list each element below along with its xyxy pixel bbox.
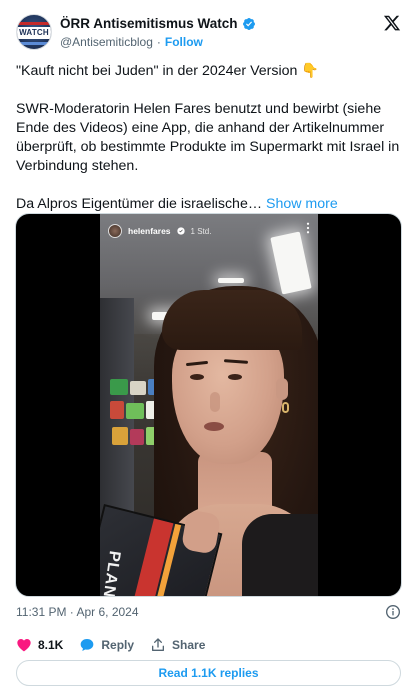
eye <box>190 374 204 380</box>
tweet-text: "Kauft nicht bei Juden" in der 2024er Ve… <box>16 62 403 214</box>
shelf-product <box>112 427 128 445</box>
share-button[interactable]: Share <box>150 637 205 653</box>
action-bar: 8.1K Reply Share <box>16 636 205 654</box>
avatar-text: WATCH <box>19 28 49 37</box>
read-replies-button[interactable]: Read 1.1K replies <box>16 660 401 686</box>
follow-button[interactable]: Follow <box>165 35 203 49</box>
separator-dot: · <box>156 35 161 49</box>
avatar-stripe-red <box>17 22 51 25</box>
handle-row: @Antisemiticblog · Follow <box>60 35 203 49</box>
tweet-timestamp[interactable]: 11:31 PM · Apr 6, 2024 <box>16 605 139 619</box>
ceiling-light <box>218 278 244 283</box>
hair-fringe <box>162 290 302 350</box>
story-username: helenfares <box>128 226 171 236</box>
verified-badge-icon <box>242 17 255 30</box>
story-avatar <box>108 224 122 238</box>
mouth <box>204 422 224 431</box>
clothing <box>242 514 318 596</box>
shelf-product <box>110 401 124 419</box>
show-more-link[interactable]: Show more <box>266 196 338 212</box>
reply-button[interactable]: Reply <box>79 637 134 653</box>
heart-icon <box>17 639 31 652</box>
handle[interactable]: @Antisemiticblog <box>60 35 153 49</box>
info-icon[interactable] <box>385 604 401 620</box>
like-button[interactable]: 8.1K <box>16 637 63 653</box>
x-logo-icon[interactable] <box>383 14 401 32</box>
like-count: 8.1K <box>38 638 64 652</box>
story-time: 1 Std. <box>190 226 212 236</box>
video-media[interactable]: PLANT PROTEIN helenfares 1 Std. <box>15 213 402 597</box>
product-label: PLANT PROTEIN <box>100 550 123 596</box>
shelf-product <box>126 403 144 419</box>
tweet-paragraph-3: Da Alpros Eigentümer die israelische… Sh… <box>16 195 403 214</box>
shelf-product <box>130 429 144 445</box>
avatar-stripe-blue <box>17 42 51 45</box>
eye <box>228 374 242 380</box>
reply-label: Reply <box>101 638 135 652</box>
tweet-paragraph-2: SWR-Moderatorin Helen Fares benutzt und … <box>16 101 400 174</box>
nose <box>210 392 220 412</box>
reply-bubble-icon <box>81 639 94 651</box>
share-icon <box>152 638 165 651</box>
shelf-product <box>110 379 128 395</box>
tweet-paragraph-3-text: Da Alpros Eigentümer die israelische… <box>16 196 263 212</box>
tweet-card: WATCH ÖRR Antisemitismus Watch @Antisemi… <box>0 0 417 700</box>
video-frame[interactable]: PLANT PROTEIN helenfares 1 Std. <box>100 214 318 596</box>
name-row: ÖRR Antisemitismus Watch <box>60 16 256 31</box>
share-label: Share <box>172 638 206 652</box>
tweet-header: WATCH ÖRR Antisemitismus Watch @Antisemi… <box>16 14 401 54</box>
avatar[interactable]: WATCH <box>16 14 52 50</box>
ear <box>276 378 288 400</box>
shelf-product <box>130 381 146 395</box>
story-header: helenfares 1 Std. <box>108 224 211 238</box>
earring <box>282 402 289 413</box>
display-name[interactable]: ÖRR Antisemitismus Watch <box>60 16 238 31</box>
story-verified-icon <box>176 227 185 235</box>
more-vertical-icon[interactable] <box>306 222 310 234</box>
tweet-paragraph-1: "Kauft nicht bei Juden" in der 2024er Ve… <box>16 63 320 79</box>
